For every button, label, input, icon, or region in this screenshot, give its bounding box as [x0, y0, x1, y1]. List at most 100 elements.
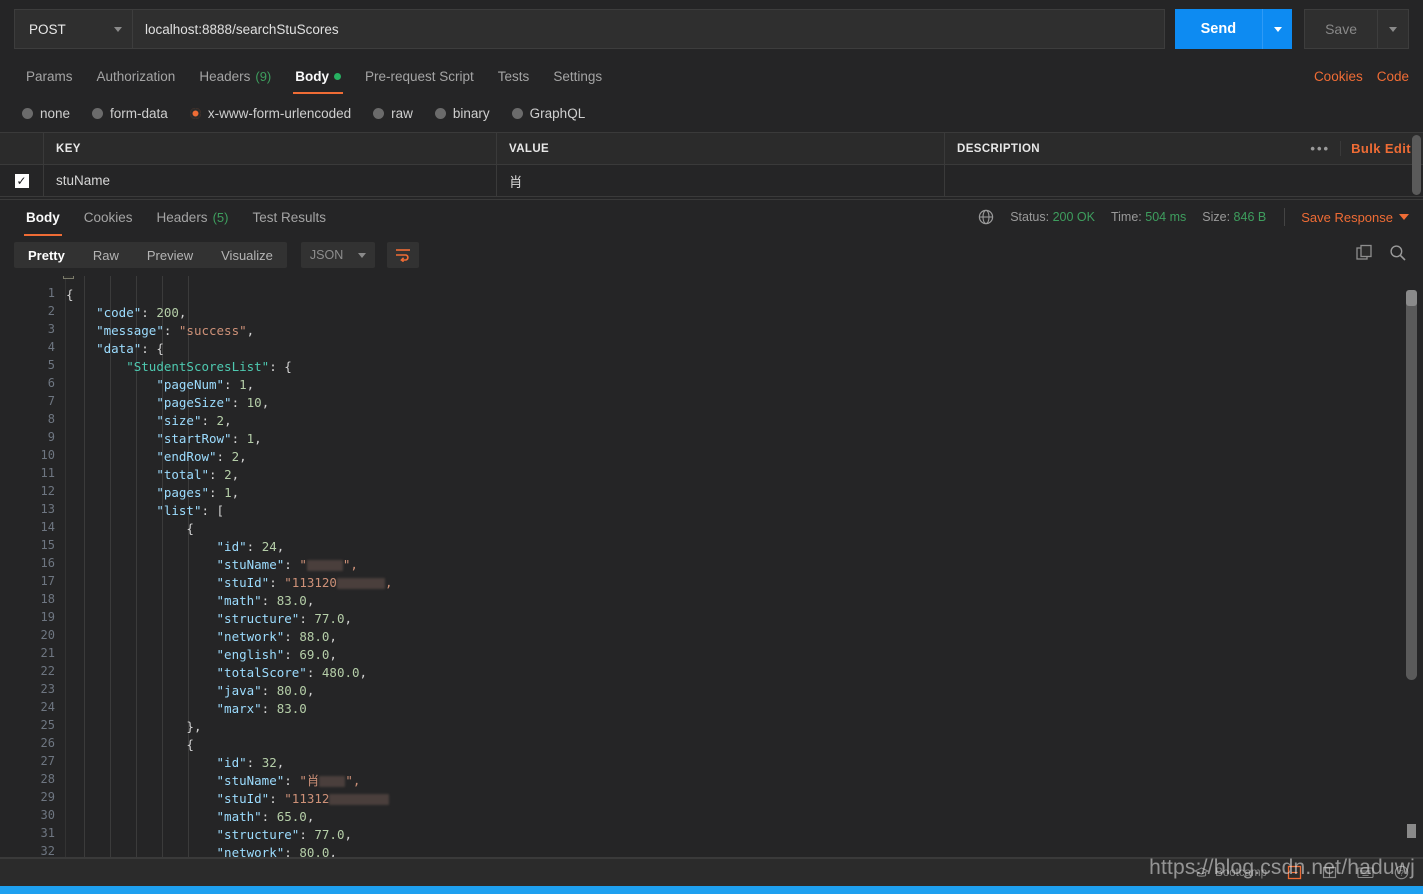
- body-type-radio-group: none form-data x-www-form-urlencoded raw bin…: [0, 96, 1423, 130]
- code-token: ,: [231, 467, 240, 482]
- response-tab-headers[interactable]: Headers (5): [145, 200, 241, 236]
- code-token: "code": [96, 305, 142, 320]
- row-value-input[interactable]: 肖: [497, 165, 945, 196]
- body-type-label: binary: [452, 105, 490, 121]
- copy-icon[interactable]: [1356, 244, 1373, 266]
- code-token: {: [186, 521, 194, 536]
- keyboard-shortcuts-button[interactable]: [1357, 866, 1374, 879]
- request-tab-settings[interactable]: Settings: [541, 58, 614, 94]
- line-number: 17: [40, 574, 55, 588]
- size-label: Size: 846 B: [1202, 210, 1267, 224]
- body-type-label: GraphQL: [529, 105, 586, 121]
- body-type-label: x-www-form-urlencoded: [207, 105, 352, 121]
- response-tab-body[interactable]: Body: [14, 200, 72, 236]
- response-view-pretty[interactable]: Pretty: [14, 242, 79, 268]
- code-line: "marx": 83.0: [66, 700, 1399, 718]
- tab-label: Authorization: [96, 68, 176, 84]
- code-token: :: [261, 593, 277, 608]
- row-description-input[interactable]: [945, 165, 1423, 196]
- save-button[interactable]: Save: [1304, 9, 1377, 49]
- save-options-button[interactable]: [1377, 9, 1409, 49]
- code-line: "pageSize": 10,: [66, 394, 1399, 412]
- search-icon[interactable]: [1389, 244, 1407, 267]
- header-description-cell: DESCRIPTION ••• Bulk Edit: [945, 133, 1423, 164]
- tab-label: Test Results: [252, 210, 326, 225]
- body-type-raw[interactable]: raw: [373, 106, 413, 121]
- help-button[interactable]: ?: [1394, 865, 1409, 880]
- body-type-form-data[interactable]: form-data: [92, 106, 168, 121]
- tab-label: Tests: [497, 68, 530, 84]
- response-tab-cookies[interactable]: Cookies: [72, 200, 145, 236]
- response-format-select[interactable]: JSON: [300, 242, 375, 268]
- response-view-preview[interactable]: Preview: [133, 242, 207, 268]
- line-number: 6: [47, 376, 55, 390]
- params-scrollbar[interactable]: [1412, 135, 1421, 195]
- code-line: },: [66, 718, 1399, 736]
- scrollbar-thumb[interactable]: [1406, 290, 1417, 306]
- row-key-input[interactable]: stuName: [44, 165, 497, 196]
- request-tab-pre-request-script[interactable]: Pre-request Script: [353, 58, 486, 94]
- send-options-button[interactable]: [1262, 9, 1293, 49]
- body-type-none[interactable]: none: [22, 106, 70, 121]
- code-token: 2: [224, 467, 232, 482]
- http-method-select[interactable]: POST: [14, 9, 132, 49]
- code-link[interactable]: Code: [1377, 69, 1409, 84]
- code-line: "structure": 77.0,: [66, 610, 1399, 628]
- send-button[interactable]: Send: [1174, 9, 1263, 49]
- code-token: :: [216, 449, 232, 464]
- body-type-graphql[interactable]: GraphQL: [511, 105, 586, 121]
- request-tab-body[interactable]: Body: [283, 58, 353, 94]
- status-label: Status: 200 OK: [1010, 210, 1095, 224]
- request-tab-authorization[interactable]: Authorization: [85, 58, 188, 94]
- response-view-raw[interactable]: Raw: [79, 242, 133, 268]
- response-view-visualize[interactable]: Visualize: [207, 242, 287, 268]
- header-description: DESCRIPTION: [957, 142, 1040, 155]
- console-button[interactable]: [1322, 865, 1337, 880]
- code-token: "structure": [216, 611, 300, 626]
- wrap-lines-button[interactable]: [386, 242, 419, 268]
- code-token: "message": [96, 323, 164, 338]
- tab-label: Headers: [199, 68, 251, 84]
- code-token: "endRow": [156, 449, 217, 464]
- code-token: "totalScore": [216, 665, 307, 680]
- code-token: },: [186, 719, 202, 734]
- line-number: 27: [40, 754, 55, 768]
- code-token: 480.0: [321, 665, 360, 680]
- body-type-x-www-form-urlencoded[interactable]: x-www-form-urlencoded: [189, 105, 352, 121]
- line-number: 13: [40, 502, 55, 516]
- code-token: :: [306, 665, 322, 680]
- code-token: "id": [216, 539, 247, 554]
- code-token: ,: [384, 575, 393, 590]
- code-token: ,: [178, 305, 187, 320]
- line-number: 29: [40, 790, 55, 804]
- request-tab-tests[interactable]: Tests: [486, 58, 542, 94]
- code-token: 10: [246, 395, 262, 410]
- cookies-link[interactable]: Cookies: [1314, 69, 1363, 84]
- find-replace-button[interactable]: [1287, 865, 1302, 880]
- response-tab-test-results[interactable]: Test Results: [240, 200, 338, 236]
- code-line: "network": 88.0,: [66, 628, 1399, 646]
- response-vertical-scrollbar[interactable]: [1406, 290, 1417, 680]
- bulk-edit-button[interactable]: Bulk Edit: [1340, 141, 1411, 156]
- response-body-actions: [1356, 236, 1407, 274]
- code-line: "stuName": " ",: [66, 556, 1399, 574]
- line-number: 26: [40, 736, 55, 750]
- request-tab-params[interactable]: Params: [14, 58, 85, 94]
- response-body-editor[interactable]: 1 2 3 4 5 6 7 8 9 10 11 12 13 14 15 16 17 18 19 20 21 22 23 24 2…: [0, 276, 1423, 858]
- code-line: "id": 32,: [66, 754, 1399, 772]
- bootcamp-button[interactable]: Bootcamp: [1194, 867, 1267, 879]
- line-number: 9: [47, 430, 55, 444]
- status-bar: Bootcamp ?: [0, 858, 1423, 886]
- request-url-input[interactable]: localhost:8888/searchStuScores: [132, 9, 1165, 49]
- save-response-button[interactable]: Save Response: [1301, 210, 1409, 225]
- row-checkbox[interactable]: ✓: [14, 173, 29, 188]
- line-number: 12: [40, 484, 55, 498]
- body-type-binary[interactable]: binary: [434, 105, 490, 121]
- request-tab-headers[interactable]: Headers (9): [187, 58, 283, 94]
- more-options-icon[interactable]: •••: [1300, 141, 1340, 156]
